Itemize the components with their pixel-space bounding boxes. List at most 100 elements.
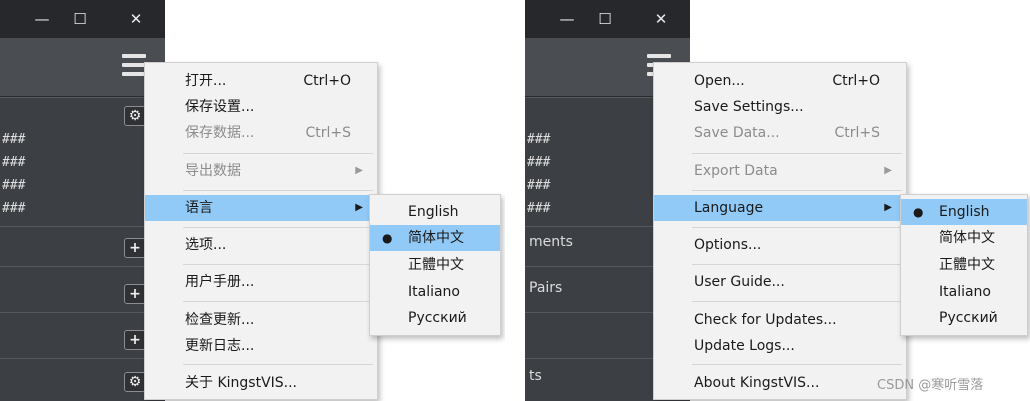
language-label: Italiano	[408, 284, 460, 300]
menu-item-user-guide[interactable]: 用户手册...	[145, 269, 377, 295]
selected-bullet-icon: ●	[382, 231, 393, 245]
menu-item-save-settings[interactable]: 保存设置...	[145, 94, 377, 120]
sidebar-label: Pairs	[529, 280, 563, 296]
menu-item-about[interactable]: 关于 KingstVIS...	[145, 370, 377, 396]
language-label: 正體中文	[408, 257, 464, 273]
menu-item-label: 关于 KingstVIS...	[185, 375, 298, 391]
menu-item-label: 选项...	[185, 237, 227, 253]
menu-item-update-logs[interactable]: Update Logs...	[654, 333, 906, 359]
shortcut-label: Ctrl+S	[305, 125, 351, 141]
menu-item-open[interactable]: 打开... Ctrl+O	[145, 68, 377, 94]
menu-item-label: 导出数据	[185, 163, 241, 179]
menu-item-user-guide[interactable]: User Guide...	[654, 269, 906, 295]
gear-icon[interactable]: ⚙	[124, 106, 146, 126]
language-label: 简体中文	[939, 230, 995, 246]
selected-bullet-icon: ●	[913, 205, 924, 219]
screenshot-english: — ☐ ✕ ### ### ### ### ments Pairs ts Ope…	[525, 0, 1030, 401]
menu-item-label: Save Settings...	[694, 99, 804, 115]
language-option[interactable]: English	[370, 199, 500, 225]
title-bar: — ☐ ✕	[0, 0, 165, 38]
menu-item-label: 打开...	[185, 73, 227, 89]
divider	[0, 266, 165, 267]
menu-item-export-data: Export Data ▶	[654, 158, 906, 184]
close-button[interactable]: ✕	[641, 0, 681, 38]
menu-item-label: 保存设置...	[185, 99, 255, 115]
channel-value: ###	[2, 178, 26, 193]
divider	[0, 97, 165, 98]
menu-item-label: 语言	[185, 200, 213, 216]
menu-item-check-updates[interactable]: Check for Updates...	[654, 307, 906, 333]
language-submenu: ● English 简体中文 正體中文 Italiano Русский	[900, 194, 1028, 336]
language-label: Русский	[408, 310, 467, 326]
language-option[interactable]: 正體中文	[901, 252, 1027, 278]
menu-separator	[183, 264, 373, 265]
shortcut-label: Ctrl+O	[303, 73, 351, 89]
menu-separator	[183, 301, 373, 302]
language-option[interactable]: 正體中文	[370, 252, 500, 278]
add-icon[interactable]: +	[124, 284, 146, 304]
language-option-selected[interactable]: ● 简体中文	[370, 225, 500, 251]
add-icon[interactable]: +	[124, 330, 146, 350]
language-option-selected[interactable]: ● English	[901, 199, 1027, 225]
menu-item-save-data: Save Data... Ctrl+S	[654, 120, 906, 146]
minimize-button[interactable]: —	[547, 0, 587, 38]
language-option[interactable]: Italiano	[901, 279, 1027, 305]
submenu-arrow-icon: ▶	[355, 165, 363, 176]
title-bar: — ☐ ✕	[525, 0, 690, 38]
language-option[interactable]: Русский	[901, 305, 1027, 331]
menu-separator	[183, 190, 373, 191]
minimize-button[interactable]: —	[22, 0, 62, 38]
menu-item-label: 保存数据...	[185, 125, 255, 141]
menu-item-label: About KingstVIS...	[694, 375, 820, 391]
language-option[interactable]: 简体中文	[901, 225, 1027, 251]
shortcut-label: Ctrl+S	[834, 125, 880, 141]
maximize-button[interactable]: ☐	[60, 0, 100, 38]
language-label: English	[408, 204, 459, 220]
language-option[interactable]: Italiano	[370, 279, 500, 305]
channel-value: ###	[2, 132, 26, 147]
menu-item-check-updates[interactable]: 检查更新...	[145, 307, 377, 333]
screenshot-chinese: — ☐ ✕ ⚙ ### ### ### ### + + + ⚙ 打开... Ct…	[0, 0, 505, 401]
submenu-arrow-icon: ▶	[884, 165, 892, 176]
divider	[0, 358, 165, 359]
shortcut-label: Ctrl+O	[832, 73, 880, 89]
menu-item-label: 检查更新...	[185, 312, 255, 328]
add-icon[interactable]: +	[124, 238, 146, 258]
main-menu: Open... Ctrl+O Save Settings... Save Dat…	[653, 62, 907, 400]
menu-item-options[interactable]: 选项...	[145, 232, 377, 258]
menu-separator	[183, 153, 373, 154]
menu-separator	[692, 364, 902, 365]
menu-separator	[692, 301, 902, 302]
channel-value: ###	[527, 178, 551, 193]
menu-separator	[692, 227, 902, 228]
language-label: English	[939, 204, 990, 220]
language-option[interactable]: Русский	[370, 305, 500, 331]
channel-value: ###	[2, 155, 26, 170]
main-menu: 打开... Ctrl+O 保存设置... 保存数据... Ctrl+S 导出数据…	[144, 62, 378, 400]
menu-item-label: Check for Updates...	[694, 312, 837, 328]
menu-item-about[interactable]: About KingstVIS...	[654, 370, 906, 396]
language-label: 正體中文	[939, 257, 995, 273]
channel-value: ###	[527, 201, 551, 216]
menu-item-label: 用户手册...	[185, 274, 255, 290]
menu-item-language[interactable]: 语言 ▶	[145, 195, 377, 221]
hamburger-menu-icon[interactable]	[122, 54, 146, 80]
watermark: CSDN @寒听雪落	[877, 378, 984, 393]
submenu-arrow-icon: ▶	[884, 202, 892, 213]
menu-item-open[interactable]: Open... Ctrl+O	[654, 68, 906, 94]
channel-value: ###	[527, 155, 551, 170]
maximize-button[interactable]: ☐	[585, 0, 625, 38]
menu-item-language[interactable]: Language ▶	[654, 195, 906, 221]
menu-item-options[interactable]: Options...	[654, 232, 906, 258]
menu-item-label: Options...	[694, 237, 762, 253]
menu-item-save-settings[interactable]: Save Settings...	[654, 94, 906, 120]
menu-item-label: Language	[694, 200, 764, 216]
close-button[interactable]: ✕	[116, 0, 156, 38]
channel-value: ###	[527, 132, 551, 147]
gear-icon[interactable]: ⚙	[124, 372, 146, 392]
menu-item-update-logs[interactable]: 更新日志...	[145, 333, 377, 359]
channel-value: ###	[2, 201, 26, 216]
app-window: — ☐ ✕ ⚙ ### ### ### ### + + + ⚙	[0, 0, 165, 401]
menu-item-label: Export Data	[694, 163, 778, 179]
menu-separator	[692, 264, 902, 265]
